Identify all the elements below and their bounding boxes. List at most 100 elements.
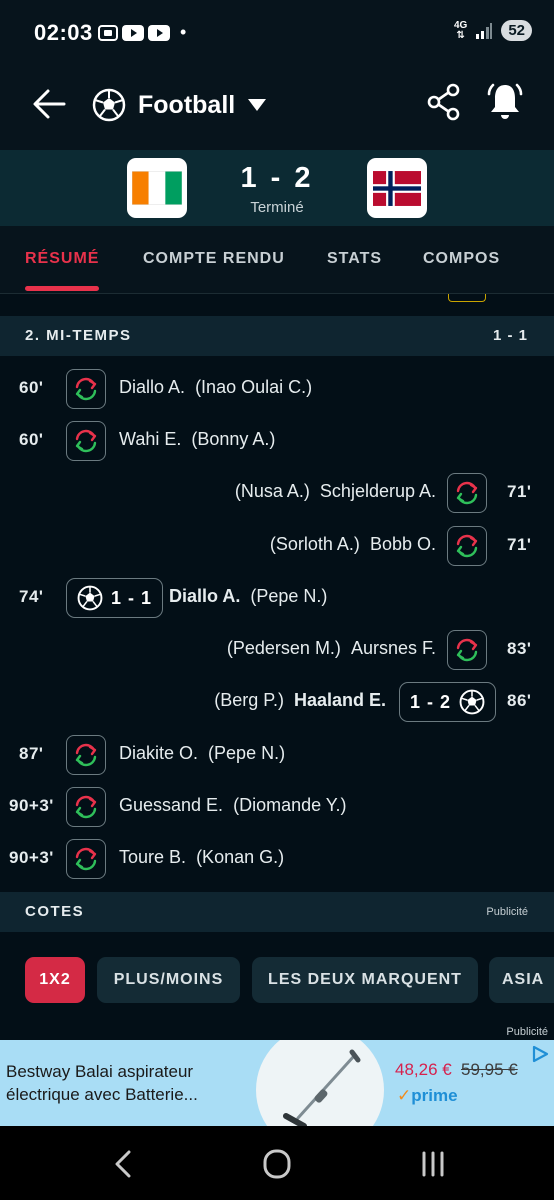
event-minute: 74' [19, 587, 44, 606]
event-assist: (Pepe N.) [250, 586, 328, 606]
tab-compos[interactable]: COMPOS [423, 250, 500, 268]
match-score-band[interactable]: 1 - 2 Terminé [0, 150, 554, 226]
odds-tab-plus-moins[interactable]: PLUS/MOINS [97, 957, 240, 1003]
adchoices-icon[interactable] [530, 1044, 550, 1064]
dropdown-caret-icon [248, 99, 267, 111]
event-minute: 86' [507, 691, 532, 710]
event-description: Diallo A. (Inao Oulai C.) [119, 377, 312, 398]
status-dot: • [180, 22, 187, 42]
event-assist: (Sorloth A.) [269, 534, 360, 554]
event-row[interactable]: (Nusa A.) Schjelderup A. 71' [0, 467, 554, 519]
event-player: Diallo A. [119, 377, 186, 397]
event-row[interactable]: 60' Diallo A. (Inao Oulai C.) [0, 363, 554, 415]
ad-banner[interactable]: Bestway Balai aspirateur électrique avec… [0, 1040, 554, 1126]
event-minute: 87' [19, 744, 44, 763]
tab-resume[interactable]: RÉSUMÉ [25, 250, 99, 268]
status-time: 02:03 [34, 20, 93, 45]
network-type: 4G ⇅ [453, 19, 468, 41]
prime-check-icon: ✓ [397, 1086, 412, 1105]
active-tab-indicator [25, 286, 99, 291]
event-description: (Nusa A.) Schjelderup A. [235, 481, 436, 502]
sport-selector[interactable]: Football [92, 82, 267, 128]
sport-title: Football [138, 90, 236, 119]
event-minute: 60' [19, 430, 44, 449]
substitution-icon [66, 787, 106, 827]
event-player: Diakite O. [119, 743, 199, 763]
event-description: Guessand E. (Diomande Y.) [119, 795, 346, 816]
youtube-icon [148, 24, 170, 41]
event-row[interactable]: 90+3' Toure B. (Konan G.) [0, 833, 554, 885]
event-description: Toure B. (Konan G.) [119, 847, 284, 868]
second-half-header: 2. MI-TEMPS 1 - 1 [0, 316, 554, 356]
event-row[interactable]: 60' Wahi E. (Bonny A.) [0, 415, 554, 467]
event-row[interactable]: 74' 1 - 1 Diallo A. (Pepe N.) [0, 572, 554, 624]
ad-label: Publicité [506, 1026, 548, 1038]
substitution-icon [66, 369, 106, 409]
event-description: (Berg P.) Haaland E. [214, 690, 386, 711]
sponsored-label: Publicité [486, 906, 528, 918]
card-icon-partial [448, 294, 486, 302]
nav-back-icon[interactable] [103, 1146, 143, 1182]
event-row[interactable]: 87' Diakite O. (Pepe N.) [0, 729, 554, 781]
event-row[interactable]: (Berg P.) Haaland E. 1 - 2 86' [0, 676, 554, 728]
screenshot-icon [98, 24, 118, 41]
event-assist: (Nusa A.) [234, 481, 310, 501]
event-minute: 71' [507, 482, 532, 501]
odds-tab-asia[interactable]: ASIA [489, 957, 554, 1003]
ad-price: 48,26 € [395, 1060, 452, 1079]
odds-market-tabs: 1X2 PLUS/MOINS LES DEUX MARQUENT ASIA [0, 932, 554, 1024]
back-arrow-icon[interactable] [30, 84, 70, 124]
system-navigation-bar [0, 1126, 554, 1200]
match-status: Terminé [250, 199, 304, 216]
event-player: Toure B. [119, 847, 187, 867]
event-player: Wahi E. [119, 429, 182, 449]
bell-alert-icon[interactable] [484, 80, 526, 124]
event-assist: (Diomande Y.) [233, 795, 347, 815]
event-assist: (Pedersen M.) [226, 638, 341, 658]
away-team-flag[interactable] [367, 158, 427, 218]
odds-tab-les-deux-marquent[interactable]: LES DEUX MARQUENT [252, 957, 478, 1003]
event-minute: 71' [507, 535, 532, 554]
event-description: (Pedersen M.) Aursnes F. [227, 638, 436, 659]
battery-indicator: 52 [501, 20, 532, 41]
event-minute: 90+3' [9, 796, 54, 815]
odds-tab-1x2[interactable]: 1X2 [25, 957, 85, 1003]
event-minute: 90+3' [9, 848, 54, 867]
tab-compte-rendu[interactable]: COMPTE RENDU [143, 250, 285, 268]
event-assist: (Bonny A.) [191, 429, 276, 449]
signal-icon [476, 22, 493, 39]
event-assist: (Inao Oulai C.) [195, 377, 313, 397]
status-notification-icons: • [98, 22, 186, 43]
event-player: Guessand E. [119, 795, 224, 815]
event-player: Bobb O. [369, 534, 436, 554]
event-description: (Sorloth A.) Bobb O. [270, 534, 436, 555]
event-player: Schjelderup A. [319, 481, 436, 501]
app-header: Football [0, 64, 554, 150]
nav-recents-icon[interactable] [413, 1146, 453, 1182]
prime-badge: ✓prime [397, 1086, 458, 1106]
event-player: Diallo A. [169, 586, 241, 606]
soccer-ball-icon [92, 88, 126, 122]
substitution-icon [447, 473, 487, 513]
prime-label: prime [411, 1086, 458, 1105]
ad-product-image [256, 1040, 384, 1126]
event-row[interactable]: (Pedersen M.) Aursnes F. 83' [0, 624, 554, 676]
event-row[interactable]: 90+3' Guessand E. (Diomande Y.) [0, 781, 554, 833]
substitution-icon [447, 526, 487, 566]
share-icon[interactable] [425, 82, 463, 122]
event-row[interactable]: (Sorloth A.) Bobb O. 71' [0, 520, 554, 572]
vacuum-cleaner-icon [283, 1049, 361, 1126]
nav-home-icon[interactable] [257, 1146, 297, 1182]
event-assist: (Berg P.) [214, 690, 284, 710]
soccer-ball-icon [459, 689, 485, 715]
tab-stats[interactable]: STATS [327, 250, 382, 268]
match-score: 1 - 2 [240, 162, 314, 194]
goal-score: 1 - 2 [410, 691, 452, 712]
status-system-icons: 4G ⇅ 52 [454, 20, 532, 41]
match-tabs: RÉSUMÉ COMPTE RENDU STATS COMPOS [0, 226, 554, 294]
soccer-ball-icon [77, 585, 103, 611]
substitution-icon [66, 839, 106, 879]
section-title: COTES [25, 903, 85, 920]
event-minute: 83' [507, 639, 532, 658]
substitution-icon [66, 421, 106, 461]
